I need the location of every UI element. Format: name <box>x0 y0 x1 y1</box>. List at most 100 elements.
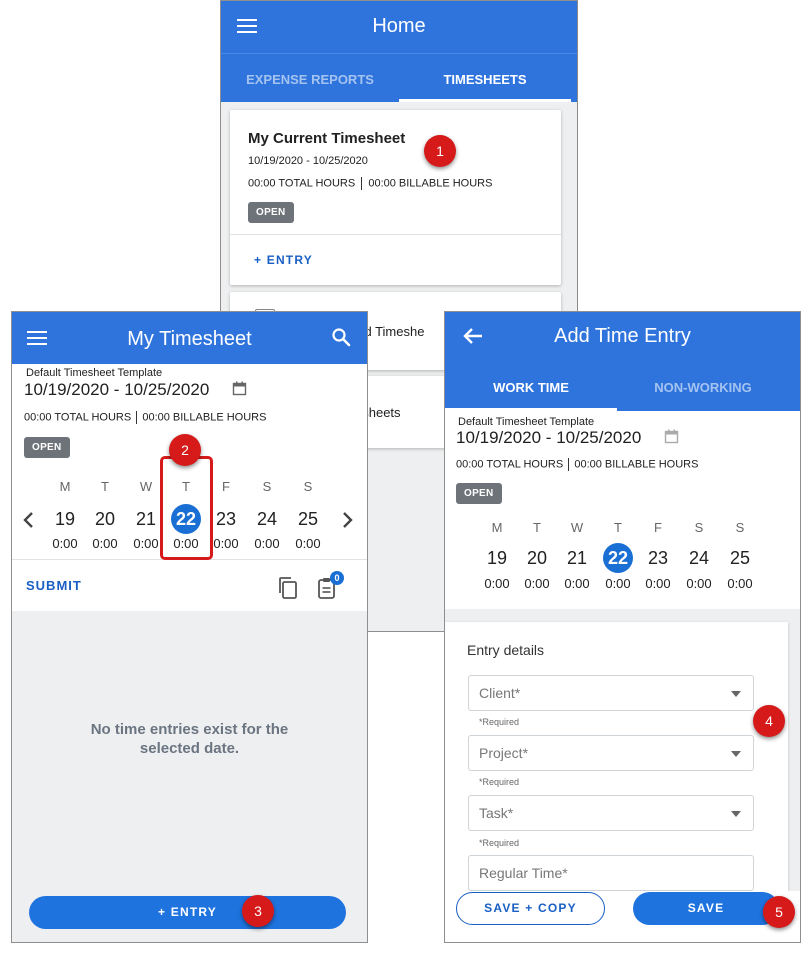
total-hours: 00:00 TOTAL HOURS <box>24 411 132 424</box>
tab-work-time-label: WORK TIME <box>493 380 569 395</box>
status-badge: OPEN <box>456 483 502 504</box>
dropdown-caret-icon <box>731 691 741 697</box>
add-entry-title: Add Time Entry <box>554 325 691 347</box>
day-tue[interactable]: T 20 0:00 <box>517 520 557 591</box>
my-timesheet-app-bar: My Timesheet <box>12 312 367 364</box>
divider <box>568 458 570 471</box>
day-number: 25 <box>297 509 319 529</box>
day-number: 20 <box>94 509 116 529</box>
home-tabs: EXPENSE REPORTS TIMESHEETS <box>221 53 577 102</box>
submit-button[interactable]: SUBMIT <box>26 578 82 593</box>
day-letter: T <box>533 520 541 535</box>
card-divider <box>230 234 561 235</box>
step-marker-4: 4 <box>753 705 785 737</box>
action-bar: SAVE + COPY SAVE <box>445 891 800 942</box>
hours-summary: 00:00 TOTAL HOURS 00:00 BILLABLE HOURS <box>24 411 266 424</box>
chevron-right-icon[interactable] <box>342 511 354 529</box>
divider <box>361 177 363 190</box>
add-entry-app-bar: Add Time Entry <box>445 312 800 362</box>
task-required-hint: *Required <box>479 838 520 848</box>
tab-timesheets-label: TIMESHEETS <box>443 72 527 87</box>
day-letter: F <box>654 520 662 535</box>
day-number: 24 <box>688 548 710 568</box>
day-hours: 0:00 <box>564 576 590 591</box>
dropdown-caret-icon <box>731 811 741 817</box>
client-label: Client* <box>479 685 521 701</box>
card-title: My Current Timesheet <box>248 130 406 147</box>
regular-time-label: Regular Time* <box>479 865 568 881</box>
regular-time-field[interactable]: Regular Time* <box>468 855 754 891</box>
billable-hours: 00:00 BILLABLE HOURS <box>574 458 699 471</box>
calendar-icon[interactable] <box>232 381 247 396</box>
status-badge: OPEN <box>248 202 294 223</box>
day-letter: M <box>491 520 503 535</box>
selected-day-circle: 22 <box>603 543 633 573</box>
day-number: 22 <box>598 543 638 573</box>
day-letter: S <box>303 479 313 494</box>
day-thu-selected[interactable]: T 22 0:00 <box>598 520 638 591</box>
project-required-hint: *Required <box>479 777 520 787</box>
status-badge-label: OPEN <box>248 202 294 223</box>
day-hours: 0:00 <box>686 576 712 591</box>
day-number: 23 <box>647 548 669 568</box>
add-entry-button[interactable]: + ENTRY <box>29 896 346 929</box>
my-timesheet-screen: My Timesheet Default Timesheet Template … <box>11 311 368 943</box>
tab-expense-reports[interactable]: EXPENSE REPORTS <box>221 54 399 102</box>
template-name: Default Timesheet Template <box>458 416 595 428</box>
day-hours: 0:00 <box>254 536 280 551</box>
copy-icon[interactable] <box>277 576 299 600</box>
day-hours: 0:00 <box>92 536 118 551</box>
day-sun[interactable]: S 25 0:00 <box>720 520 760 591</box>
step-marker-2: 2 <box>169 434 201 466</box>
day-hours: 0:00 <box>727 576 753 591</box>
day-tue[interactable]: T 20 0:00 <box>85 479 125 551</box>
billable-hours: 00:00 BILLABLE HOURS <box>368 177 493 190</box>
day-mon[interactable]: M 19 0:00 <box>477 520 517 591</box>
day-sat[interactable]: S 24 0:00 <box>679 520 719 591</box>
current-timesheet-card[interactable]: My Current Timesheet 10/19/2020 - 10/25/… <box>230 110 561 285</box>
tab-timesheets[interactable]: TIMESHEETS <box>399 54 571 102</box>
billable-hours: 00:00 BILLABLE HOURS <box>142 411 267 424</box>
day-hours: 0:00 <box>484 576 510 591</box>
highlight-box-selected-day <box>160 456 213 560</box>
day-letter: S <box>694 520 704 535</box>
task-label: Task* <box>479 805 514 821</box>
tab-work-time[interactable]: WORK TIME <box>445 362 617 411</box>
day-number: 20 <box>526 548 548 568</box>
date-range: 10/19/2020 - 10/25/2020 <box>456 428 642 447</box>
day-mon[interactable]: M 19 0:00 <box>45 479 85 551</box>
day-hours: 0:00 <box>524 576 550 591</box>
save-button[interactable]: SAVE <box>633 892 779 925</box>
day-letter: M <box>59 479 71 494</box>
week-panel: Default Timesheet Template 10/19/2020 - … <box>445 411 800 609</box>
day-wed[interactable]: W 21 0:00 <box>557 520 597 591</box>
day-letter: T <box>101 479 109 494</box>
step-marker-5: 5 <box>763 896 795 928</box>
task-select[interactable]: Task* <box>468 795 754 831</box>
day-letter: W <box>570 520 584 535</box>
status-badge-label: OPEN <box>24 437 70 458</box>
section-title: Entry details <box>467 642 545 658</box>
date-range: 10/19/2020 - 10/25/2020 <box>24 380 210 399</box>
chevron-left-icon[interactable] <box>22 511 34 529</box>
add-entry-link[interactable]: + ENTRY <box>254 253 313 267</box>
tab-non-working[interactable]: NON-WORKING <box>617 362 789 411</box>
entry-type-tabs: WORK TIME NON-WORKING <box>445 362 800 411</box>
home-title: Home <box>372 15 426 37</box>
day-number: 25 <box>729 548 751 568</box>
search-icon[interactable] <box>331 327 351 347</box>
day-sat[interactable]: S 24 0:00 <box>247 479 287 551</box>
dropdown-caret-icon <box>731 751 741 757</box>
client-select[interactable]: Client* <box>468 675 754 711</box>
day-sun[interactable]: S 25 0:00 <box>288 479 328 551</box>
client-required-hint: *Required <box>479 717 520 727</box>
template-name: Default Timesheet Template <box>26 367 163 379</box>
calendar-icon[interactable] <box>664 429 679 444</box>
day-letter: S <box>262 479 272 494</box>
day-hours: 0:00 <box>295 536 321 551</box>
day-hours: 0:00 <box>645 576 671 591</box>
save-copy-button[interactable]: SAVE + COPY <box>456 892 605 925</box>
divider <box>136 411 138 424</box>
day-fri[interactable]: F 23 0:00 <box>638 520 678 591</box>
project-select[interactable]: Project* <box>468 735 754 771</box>
